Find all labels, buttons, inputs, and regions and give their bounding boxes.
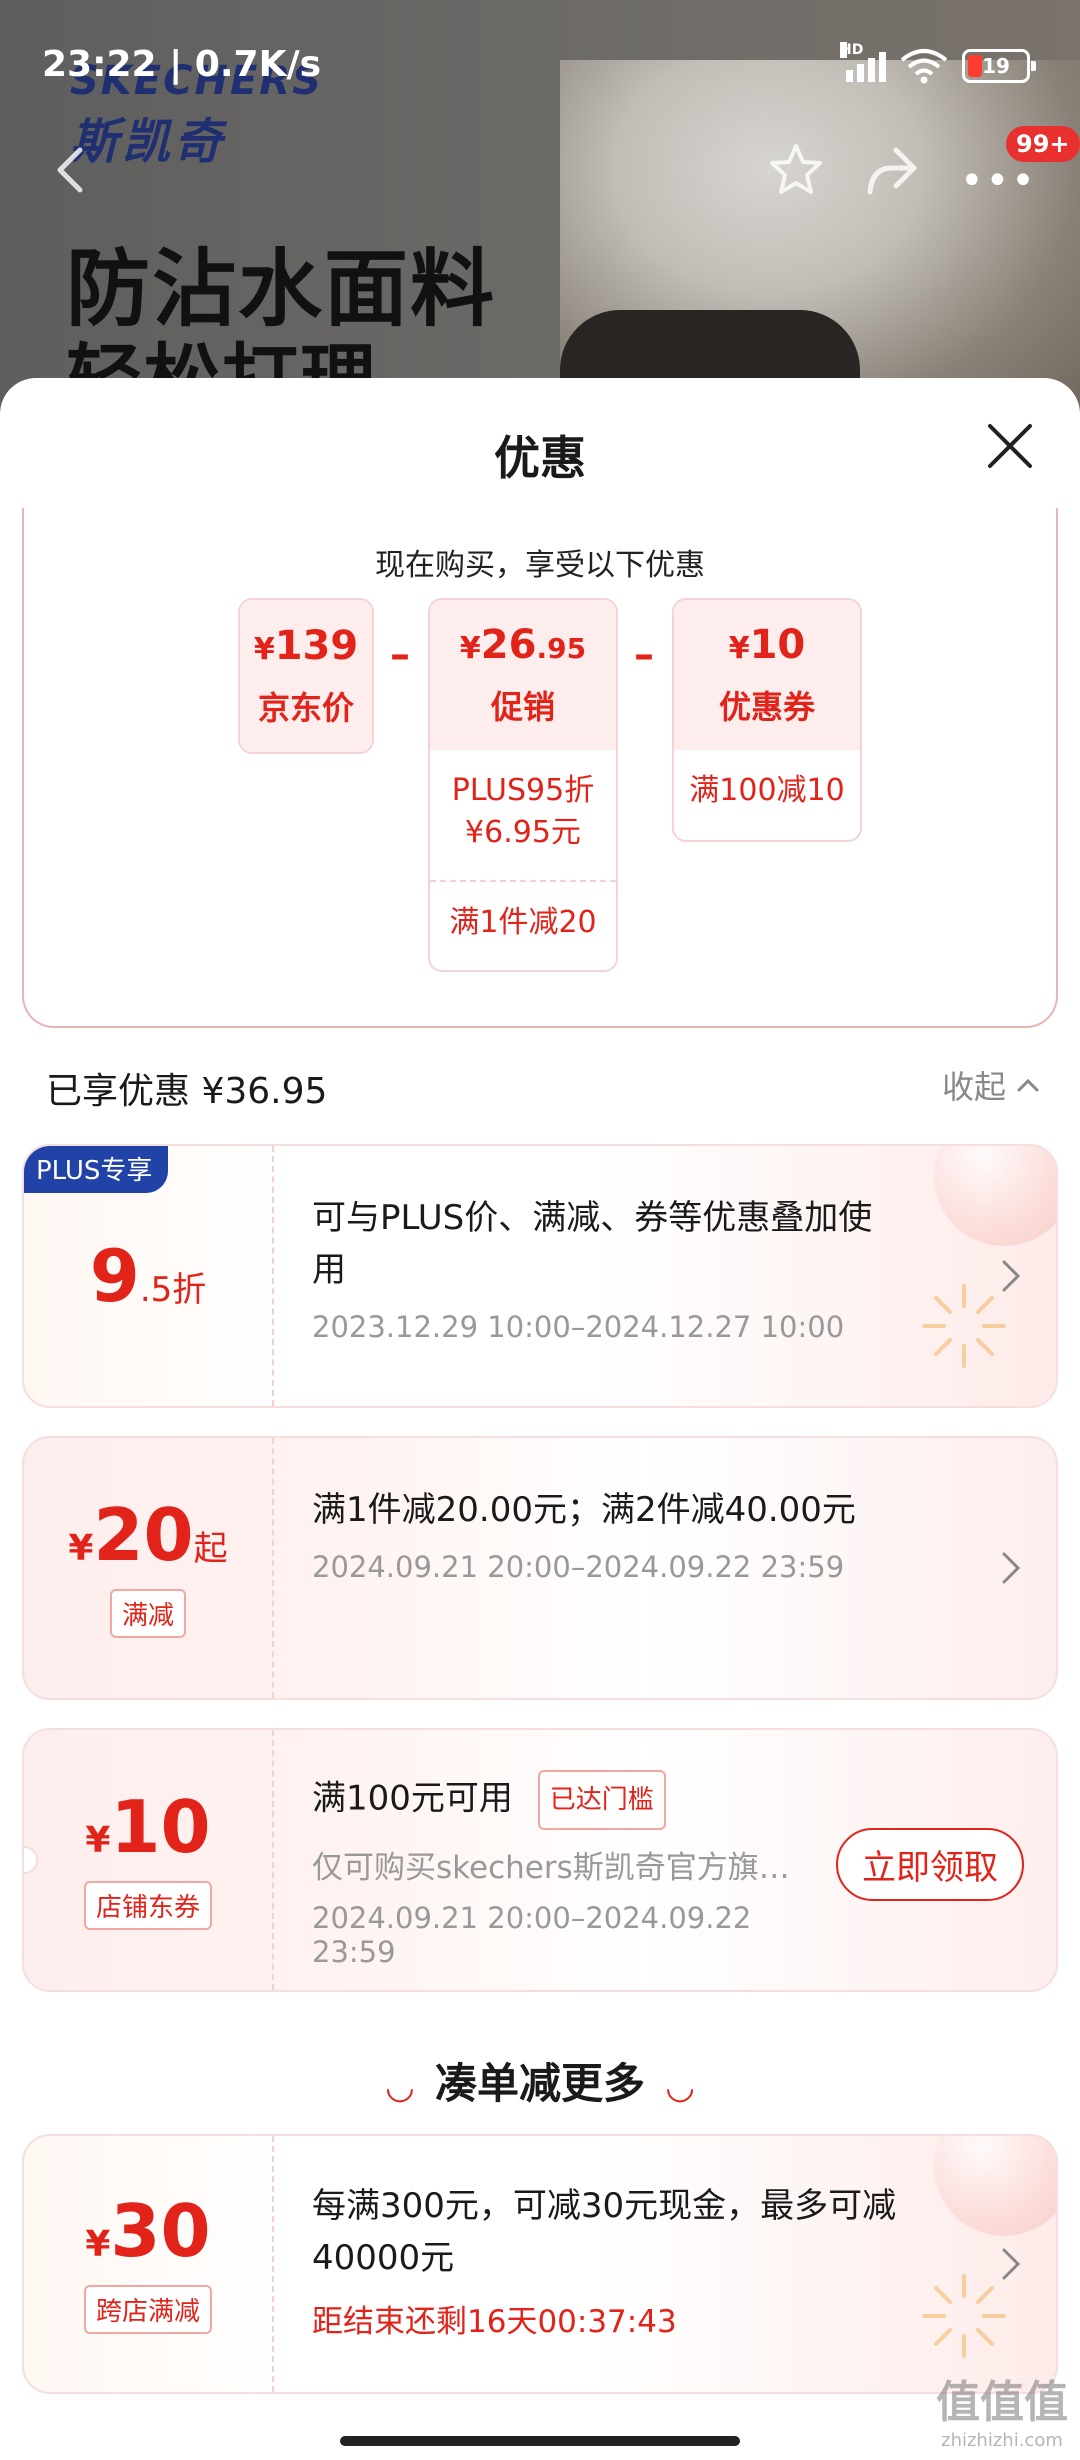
store-coupon-date: 2024.09.21 20:00–2024.09.22 23:59: [312, 1901, 752, 1969]
plus-discount-suffix: .5折: [139, 1270, 207, 1310]
full-reduction-card[interactable]: ¥20起 满减 满1件减20.00元；满2件减40.00元 2024.09.21…: [22, 1436, 1058, 1700]
full-reduction-value: 20: [93, 1492, 194, 1577]
full-reduction-date: 2024.09.21 20:00–2024.09.22 23:59: [312, 1550, 845, 1584]
status-time: 23:22 | 0.7K/s: [42, 44, 322, 85]
sheet-title: 优惠: [494, 431, 586, 485]
promo-amount-decimals: .95: [536, 632, 587, 665]
notification-badge: 99+: [1006, 126, 1080, 162]
more-discounts-title: 凑单减更多: [434, 2059, 645, 2108]
store-coupon-card: ¥10 店铺东券 满100元可用 已达门槛 仅可购买skechers斯凯奇官方旗…: [22, 1728, 1058, 1992]
store-coupon-value-area: ¥10 店铺东券: [24, 1730, 274, 1990]
chevron-up-icon: [1017, 1078, 1039, 1092]
smile-mark-right: ◡: [667, 2067, 694, 2107]
breakdown-title: 现在购买，享受以下优惠: [375, 548, 705, 583]
smile-mark-left: ◡: [386, 2067, 413, 2107]
collapse-label: 收起: [941, 1068, 1006, 1106]
status-bar: 23:22 | 0.7K/s HD 19: [0, 0, 1080, 140]
plus-discount-card[interactable]: PLUS专享 9.5折 可与PLUS价、满减、券等优惠叠加使用 2023.12.…: [22, 1144, 1058, 1408]
decor-bubble: [934, 2136, 1056, 2236]
battery-icon: 19: [962, 49, 1036, 83]
collapse-button[interactable]: 收起: [942, 1062, 1040, 1108]
coupon-amount: 10: [749, 622, 806, 668]
promo-label: 促销: [490, 688, 555, 726]
store-coupon-scope: 仅可购买skechers斯凯奇官方旗…: [312, 1850, 790, 1886]
star-icon[interactable]: [766, 140, 826, 200]
chevron-right-icon: [1002, 1552, 1021, 1584]
full-reduction-value-area: ¥20起 满减: [24, 1438, 274, 1698]
signal-icon: HD: [840, 42, 886, 82]
chevron-right-icon: [1002, 1260, 1021, 1292]
minus-sign: –: [634, 632, 654, 678]
more-icon[interactable]: •••: [960, 158, 1037, 204]
watermark-main: 值值值: [936, 2377, 1068, 2428]
claim-coupon-button[interactable]: 立即领取: [836, 1828, 1024, 1901]
enjoyed-discount-total: 已享优惠 ¥36.95: [46, 1071, 328, 1112]
site-watermark: 值值值 zhizhizhi.com: [936, 2366, 1068, 2451]
plus-discount-description: 可与PLUS价、满减、券等优惠叠加使用: [312, 1198, 873, 1290]
chevron-right-icon: [1002, 2248, 1021, 2280]
store-coupon-description: 满100元可用: [312, 1778, 513, 1819]
full-reduction-tag: 满减: [109, 1588, 186, 1638]
full-reduction-description: 满1件减20.00元；满2件减40.00元: [312, 1490, 856, 1530]
store-coupon-value: 10: [110, 1784, 211, 1869]
cross-store-description: 每满300元，可减30元现金，最多可减40000元: [312, 2186, 897, 2278]
cross-store-tag: 跨店满减: [83, 2284, 212, 2334]
cross-store-reduction-card[interactable]: ¥30 跨店满减 每满300元，可减30元现金，最多可减40000元 距结束还剩…: [22, 2134, 1058, 2394]
threshold-reached-badge: 已达门槛: [537, 1770, 666, 1830]
promo-plus-discount: PLUS95折 ¥6.95元: [451, 773, 595, 850]
discount-sheet: 优惠 现在购买，享受以下优惠 ¥139 京东价 – ¥26.95 促销 PLUS…: [0, 378, 1080, 2460]
cross-store-countdown: 距结束还剩16天00:37:43: [312, 2304, 677, 2340]
decor-bubble: [934, 1146, 1056, 1246]
promo-full-reduction: 满1件减20: [430, 880, 616, 964]
status-icons: HD 19: [840, 42, 1036, 84]
price-card-coupon: ¥10 优惠券 满100减10: [672, 598, 862, 842]
cross-store-value-area: ¥30 跨店满减: [24, 2136, 274, 2392]
coupon-label: 优惠券: [718, 688, 815, 726]
back-icon[interactable]: [44, 140, 94, 200]
plus-discount-date: 2023.12.29 10:00–2024.12.27 10:00: [312, 1310, 845, 1344]
coupon-rule: 满100减10: [689, 773, 845, 808]
battery-level: 19: [982, 54, 1010, 78]
share-icon[interactable]: [862, 142, 920, 198]
home-indicator[interactable]: [340, 2436, 740, 2446]
plus-discount-value-area: 9.5折: [24, 1146, 274, 1406]
plus-discount-value: 9: [89, 1234, 140, 1318]
wifi-icon: [900, 49, 948, 84]
cross-store-value: 30: [110, 2188, 211, 2273]
price-breakdown: 现在购买，享受以下优惠 ¥139 京东价 – ¥26.95 促销 PLUS95折…: [22, 508, 1058, 1028]
price-card-jd: ¥139 京东价: [238, 598, 374, 754]
jd-price: 139: [274, 623, 359, 669]
promo-amount: 26: [480, 622, 537, 668]
full-reduction-suffix: 起: [193, 1528, 228, 1569]
price-card-promo: ¥26.95 促销 PLUS95折 ¥6.95元 满1件减20: [428, 598, 618, 972]
close-icon[interactable]: [986, 422, 1034, 470]
network-type: HD: [840, 42, 864, 58]
store-coupon-tag: 店铺东券: [83, 1880, 212, 1930]
more-discounts-section-title: ◡ 凑单减更多 ◡: [0, 2050, 1080, 2111]
jd-price-label: 京东价: [257, 689, 354, 727]
watermark-sub: zhizhizhi.com: [941, 2430, 1063, 2451]
minus-sign: –: [390, 632, 410, 678]
